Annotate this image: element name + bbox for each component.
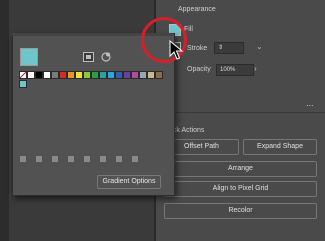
appearance-header: Appearance xyxy=(178,6,216,13)
opacity-label: Opacity xyxy=(187,66,211,73)
gradient-options-button[interactable]: Gradient Options xyxy=(97,175,161,189)
stroke-weight-stepper[interactable]: ⇕ xyxy=(214,42,244,54)
opacity-chevron-icon[interactable]: › xyxy=(254,64,257,74)
new-color-group-icon[interactable] xyxy=(68,156,74,162)
swatch-green[interactable] xyxy=(91,71,99,79)
swatch-magenta[interactable] xyxy=(131,71,139,79)
swatch-lime[interactable] xyxy=(83,71,91,79)
swatch-violet[interactable] xyxy=(123,71,131,79)
cursor-arrow-icon xyxy=(169,39,185,62)
delete-swatch-icon[interactable] xyxy=(132,156,138,162)
canvas-left-strip xyxy=(0,0,9,241)
swatch-options-icon[interactable] xyxy=(52,156,58,162)
swatch-tan[interactable] xyxy=(147,71,155,79)
section-divider xyxy=(156,112,325,113)
swatch-libraries-icon[interactable] xyxy=(83,52,94,62)
align-to-pixel-grid-button[interactable]: Align to Pixel Grid xyxy=(164,181,317,197)
swatch-blue[interactable] xyxy=(115,71,123,79)
color-group-icon[interactable] xyxy=(100,51,111,62)
arrange-button[interactable]: Arrange xyxy=(164,161,317,177)
swatch-white[interactable] xyxy=(27,71,35,79)
swatch-registration[interactable] xyxy=(43,71,51,79)
swatch-brown[interactable] xyxy=(155,71,163,79)
folder-icon[interactable] xyxy=(100,156,106,162)
stroke-weight-dropdown-icon[interactable]: ⌄ xyxy=(256,42,263,52)
swatch-red[interactable] xyxy=(59,71,67,79)
swatch-orange[interactable] xyxy=(67,71,75,79)
recolor-button[interactable]: Recolor xyxy=(164,203,317,219)
swatch-teal[interactable] xyxy=(99,71,107,79)
swatch-aqua[interactable] xyxy=(19,80,27,88)
new-swatch-icon[interactable] xyxy=(116,156,122,162)
opacity-field[interactable]: 100% xyxy=(216,64,254,76)
expand-shape-button[interactable]: Expand Shape xyxy=(243,139,317,155)
more-options-icon[interactable]: ... xyxy=(306,98,314,108)
swatch-cyan[interactable] xyxy=(107,71,115,79)
edit-color-group-icon[interactable] xyxy=(84,156,90,162)
stroke-label: Stroke xyxy=(187,45,208,52)
swatch-gray[interactable] xyxy=(51,71,59,79)
show-swatch-kinds-icon[interactable] xyxy=(36,156,42,162)
offset-path-button[interactable]: Offset Path xyxy=(164,139,239,155)
swatch-yellow[interactable] xyxy=(75,71,83,79)
swatch-none[interactable] xyxy=(19,71,27,79)
swatch-library-menu-icon[interactable] xyxy=(20,156,26,162)
swatch-slate[interactable] xyxy=(139,71,147,79)
swatch-black[interactable] xyxy=(35,71,43,79)
current-fill-preview xyxy=(20,48,38,66)
stepper-arrows-icon: ⇕ xyxy=(218,45,224,51)
